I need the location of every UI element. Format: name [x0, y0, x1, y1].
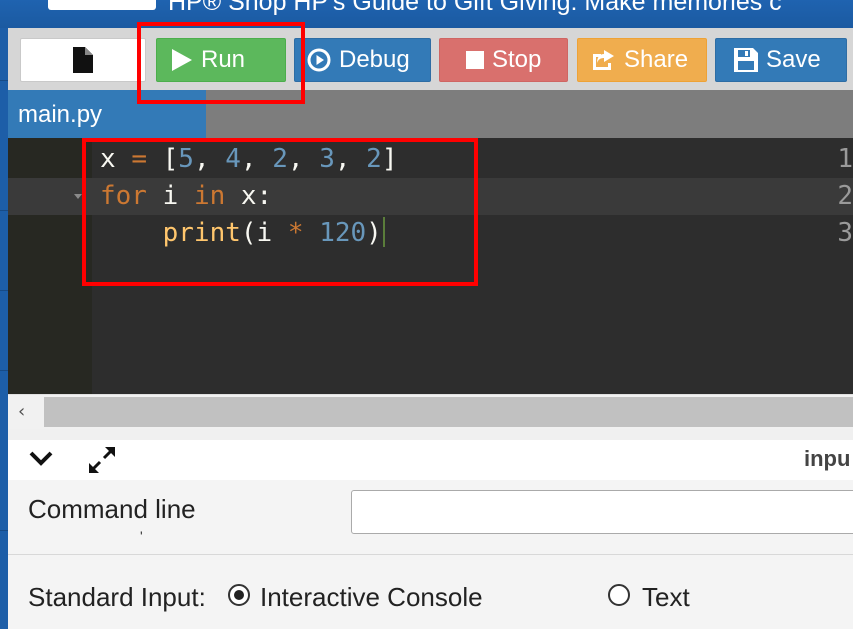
- expand-arrows-icon[interactable]: [86, 444, 118, 476]
- code-token: [: [146, 144, 179, 174]
- tab-main-py[interactable]: main.py: [8, 90, 206, 138]
- standard-input-row: Standard Input: Interactive Console Text: [28, 582, 848, 616]
- stop-square-icon: [466, 51, 484, 69]
- play-icon: [172, 49, 192, 71]
- text-cursor: [382, 217, 385, 247]
- line-number: 1: [837, 144, 853, 174]
- code-token: =: [131, 144, 147, 174]
- code-token: for: [100, 181, 147, 211]
- command-line-label: Command line: [28, 494, 196, 524]
- debug-button-label: Debug: [339, 46, 410, 73]
- line-number: 3: [837, 218, 853, 248]
- code-token: ,: [287, 144, 320, 174]
- run-button[interactable]: Run: [156, 38, 286, 82]
- io-panel-body: Command line ' Standard Input: Interacti…: [8, 480, 853, 629]
- debug-play-circle-icon: [307, 48, 331, 72]
- banner-text: HP® Shop HP's Guide to Gift Giving: Make…: [168, 0, 782, 16]
- code-token: 2: [366, 144, 382, 174]
- strip-tick: [0, 210, 8, 211]
- chevron-down-icon[interactable]: [28, 450, 54, 468]
- code-token: 4: [225, 144, 241, 174]
- command-line-label-overflow: ': [140, 528, 143, 544]
- code-line[interactable]: 2 for i in x:: [8, 178, 853, 215]
- code-token: ,: [193, 144, 226, 174]
- code-editor[interactable]: 1x = [5, 4, 2, 3, 2] 2 for i in x: 3 print(…: [8, 138, 853, 394]
- code-token: i: [146, 181, 194, 211]
- stop-button-label: Stop: [492, 46, 542, 73]
- standard-input-label: Standard Input:: [28, 582, 206, 612]
- share-icon: [593, 50, 614, 70]
- code-token: x:: [225, 181, 273, 211]
- toolbar: Run Debug Stop Share Save: [8, 28, 853, 91]
- code-token: 5: [178, 144, 194, 174]
- code-token: ,: [240, 144, 273, 174]
- code-text: print(i * 120): [100, 215, 385, 252]
- fold-arrow-icon[interactable]: [74, 194, 82, 199]
- code-token: ): [366, 218, 382, 248]
- interactive-console-option-label[interactable]: Interactive Console: [260, 582, 483, 613]
- scroll-left-arrow-icon[interactable]: ‹: [18, 401, 25, 422]
- file-tab-strip: main.py: [8, 90, 853, 138]
- scrollbar-thumb[interactable]: [44, 397, 853, 427]
- interactive-console-radio[interactable]: [228, 584, 250, 606]
- run-button-label: Run: [201, 46, 246, 73]
- code-line[interactable]: 1 x = [5, 4, 2, 3, 2]: [8, 141, 853, 178]
- file-icon: [73, 47, 93, 73]
- code-text: for i in x:: [100, 178, 272, 215]
- save-button-label: Save: [766, 46, 821, 73]
- horizontal-scrollbar[interactable]: ‹: [8, 394, 853, 429]
- text-radio[interactable]: [608, 584, 630, 606]
- banner-logo: [48, 0, 156, 10]
- strip-tick: [0, 370, 8, 371]
- code-line[interactable]: 3 print(i * 120): [8, 215, 853, 252]
- code-token: (i: [240, 218, 288, 248]
- panel-divider: [8, 554, 853, 555]
- code-token: ,: [334, 144, 367, 174]
- code-token: 120: [319, 218, 367, 248]
- floppy-disk-icon: [734, 48, 758, 72]
- strip-tick: [0, 290, 8, 291]
- stop-button[interactable]: Stop: [439, 38, 568, 82]
- share-button[interactable]: Share: [577, 38, 707, 82]
- code-token: ]: [381, 144, 398, 174]
- file-button[interactable]: [20, 38, 146, 82]
- text-option-label[interactable]: Text: [642, 582, 690, 613]
- code-token: *: [287, 218, 304, 248]
- io-panel-header: inpu: [8, 440, 853, 481]
- strip-tick: [0, 530, 8, 531]
- input-tab-label[interactable]: inpu: [804, 446, 850, 472]
- strip-tick: [0, 80, 8, 81]
- debug-button[interactable]: Debug: [294, 38, 431, 82]
- code-token: 2: [272, 144, 288, 174]
- code-token: in: [193, 181, 226, 211]
- code-token: print: [162, 218, 241, 248]
- code-text: x = [5, 4, 2, 3, 2]: [100, 141, 397, 178]
- ad-banner[interactable]: HP® Shop HP's Guide to Gift Giving: Make…: [0, 0, 853, 28]
- command-line-input[interactable]: [351, 490, 853, 534]
- code-token: 3: [319, 144, 335, 174]
- save-button[interactable]: Save: [715, 38, 847, 82]
- code-token: x: [100, 144, 132, 174]
- line-number: 2: [837, 181, 853, 211]
- share-button-label: Share: [624, 46, 689, 73]
- left-edge-strip: [0, 0, 8, 629]
